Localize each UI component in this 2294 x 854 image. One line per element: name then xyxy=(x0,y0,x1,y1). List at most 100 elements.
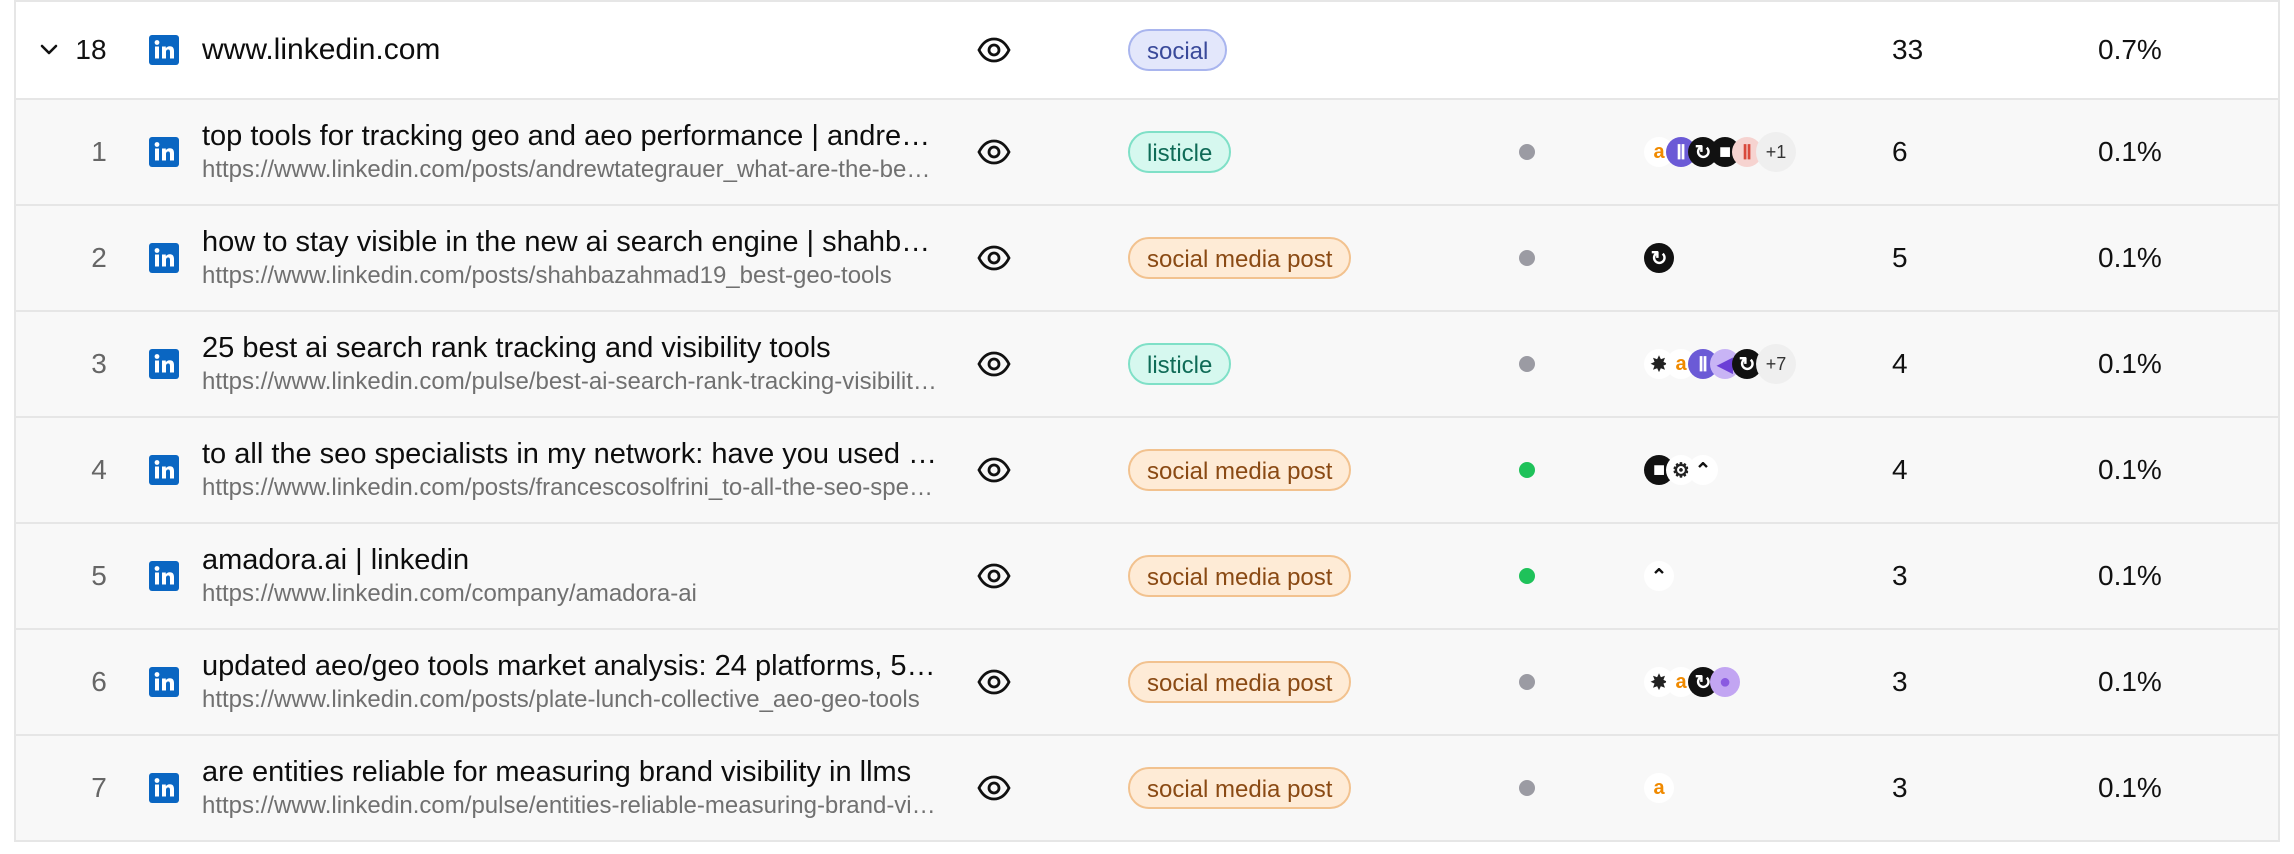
model-icons: ■ ⚙ ⌃ xyxy=(1644,418,1804,522)
status-dot xyxy=(1512,206,1542,310)
more-models-badge[interactable]: +1 xyxy=(1756,132,1796,172)
model-icons: a Ⅱ ↻ ■ Ⅱ +1 xyxy=(1644,100,1804,204)
page-title[interactable]: top tools for tracking geo and aeo perfo… xyxy=(202,118,942,154)
table-row[interactable]: 1 top tools for tracking geo and aeo per… xyxy=(14,100,2280,206)
type-tag-cell: listicle xyxy=(1128,100,1232,204)
table-row[interactable]: 5 amadora.ai | linkedin https://www.link… xyxy=(14,524,2280,630)
linkedin-icon xyxy=(146,736,182,840)
page-title[interactable]: how to stay visible in the new ai search… xyxy=(202,224,942,260)
status-dot xyxy=(1512,736,1542,840)
linkedin-icon xyxy=(146,418,182,522)
page-cell: how to stay visible in the new ai search… xyxy=(202,206,942,310)
linkedin-icon xyxy=(146,206,182,310)
citation-count: 6 xyxy=(1892,136,1908,167)
type-tag-cell: social media post xyxy=(1128,418,1352,522)
page-url[interactable]: https://www.linkedin.com/company/amadora… xyxy=(202,578,697,610)
page-title[interactable]: to all the seo specialists in my network… xyxy=(202,436,942,472)
eye-icon[interactable] xyxy=(974,736,1014,840)
page-title[interactable]: amadora.ai | linkedin xyxy=(202,542,469,578)
page-cell: to all the seo specialists in my network… xyxy=(202,418,942,522)
row-rank: 6 xyxy=(91,666,107,697)
page-title[interactable]: updated aeo/geo tools market analysis: 2… xyxy=(202,648,942,684)
row-rank: 7 xyxy=(91,772,107,803)
table-row[interactable]: 3 25 best ai search rank tracking and vi… xyxy=(14,312,2280,418)
status-dot xyxy=(1512,312,1542,416)
type-tag: social media post xyxy=(1128,767,1352,809)
eye-icon[interactable] xyxy=(974,206,1014,310)
citation-share: 0.1% xyxy=(2098,136,2162,167)
linkedin-icon xyxy=(146,524,182,628)
more-models-badge[interactable]: +7 xyxy=(1756,344,1796,384)
eye-icon[interactable] xyxy=(974,100,1014,204)
eye-icon[interactable] xyxy=(974,630,1014,734)
type-tag: listicle xyxy=(1128,343,1232,385)
page-cell: amadora.ai | linkedin https://www.linked… xyxy=(202,524,942,628)
row-rank: 5 xyxy=(91,560,107,591)
page-title[interactable]: are entities reliable for measuring bran… xyxy=(202,754,911,790)
citation-count: 4 xyxy=(1892,454,1908,485)
model-icons: ✸ a Ⅱ ◀ ↻ +7 xyxy=(1644,312,1804,416)
linkedin-icon xyxy=(146,312,182,416)
status-dot xyxy=(1512,630,1542,734)
citation-count: 3 xyxy=(1892,560,1908,591)
model-icons: ⌃ xyxy=(1644,524,1804,628)
domain-name[interactable]: www.linkedin.com xyxy=(202,33,440,67)
page-url[interactable]: https://www.linkedin.com/pulse/best-ai-s… xyxy=(202,366,942,398)
page-cell: are entities reliable for measuring bran… xyxy=(202,736,942,840)
amadora-a-icon: a xyxy=(1644,773,1674,803)
citation-count: 4 xyxy=(1892,348,1908,379)
status-dot xyxy=(1512,418,1542,522)
type-tag-cell: social media post xyxy=(1128,206,1352,310)
type-tag: social media post xyxy=(1128,449,1352,491)
citation-share: 0.1% xyxy=(2098,454,2162,485)
table-row[interactable]: 6 updated aeo/geo tools market analysis:… xyxy=(14,630,2280,736)
page-url[interactable]: https://www.linkedin.com/posts/francesco… xyxy=(202,472,942,504)
citation-share: 0.1% xyxy=(2098,348,2162,379)
citation-share: 0.1% xyxy=(2098,666,2162,697)
domain-group-row[interactable]: 18 www.linkedin.com social 33 0.7% xyxy=(14,0,2280,100)
eye-icon[interactable] xyxy=(974,418,1014,522)
type-tag-cell: social media post xyxy=(1128,524,1352,628)
chevron-down-icon[interactable] xyxy=(34,2,64,98)
type-tag: social media post xyxy=(1128,237,1352,279)
type-tag: social xyxy=(1128,29,1228,71)
citation-share: 0.7% xyxy=(2098,34,2162,65)
type-tag: listicle xyxy=(1128,131,1232,173)
type-tag-cell: social media post xyxy=(1128,630,1352,734)
refresh-circle-icon: ↻ xyxy=(1644,243,1674,273)
type-tag: social media post xyxy=(1128,555,1352,597)
model-icons: ↻ xyxy=(1644,206,1804,310)
citation-count: 3 xyxy=(1892,666,1908,697)
table-row[interactable]: 7 are entities reliable for measuring br… xyxy=(14,736,2280,842)
double-chevron-icon: ⌃ xyxy=(1644,561,1674,591)
model-icons: a xyxy=(1644,736,1804,840)
citation-count: 33 xyxy=(1892,34,1924,65)
page-url[interactable]: https://www.linkedin.com/pulse/entities-… xyxy=(202,790,942,822)
status-dot xyxy=(1512,524,1542,628)
citation-share: 0.1% xyxy=(2098,772,2162,803)
eye-icon[interactable] xyxy=(974,524,1014,628)
group-rank: 18 xyxy=(75,34,107,65)
row-rank: 1 xyxy=(91,136,107,167)
type-tag-cell: social media post xyxy=(1128,736,1352,840)
page-url[interactable]: https://www.linkedin.com/posts/andrewtat… xyxy=(202,154,942,186)
page-url[interactable]: https://www.linkedin.com/posts/plate-lun… xyxy=(202,684,920,716)
page-title[interactable]: 25 best ai search rank tracking and visi… xyxy=(202,330,831,366)
eye-icon[interactable] xyxy=(974,312,1014,416)
row-rank: 4 xyxy=(91,454,107,485)
linkedin-icon xyxy=(146,100,182,204)
page-cell: updated aeo/geo tools market analysis: 2… xyxy=(202,630,942,734)
linkedin-icon xyxy=(146,2,182,98)
model-icons: ✸ a ↻ ● xyxy=(1644,630,1804,734)
table-row[interactable]: 4 to all the seo specialists in my netwo… xyxy=(14,418,2280,524)
linkedin-icon xyxy=(146,630,182,734)
table-row[interactable]: 2 how to stay visible in the new ai sear… xyxy=(14,206,2280,312)
citation-count: 3 xyxy=(1892,772,1908,803)
page-url[interactable]: https://www.linkedin.com/posts/shahbazah… xyxy=(202,260,892,292)
page-cell: 25 best ai search rank tracking and visi… xyxy=(202,312,942,416)
eye-icon[interactable] xyxy=(974,2,1014,98)
double-chevron-icon: ⌃ xyxy=(1688,455,1718,485)
purple-blob-icon: ● xyxy=(1710,667,1740,697)
row-rank: 3 xyxy=(91,348,107,379)
status-dot xyxy=(1512,100,1542,204)
